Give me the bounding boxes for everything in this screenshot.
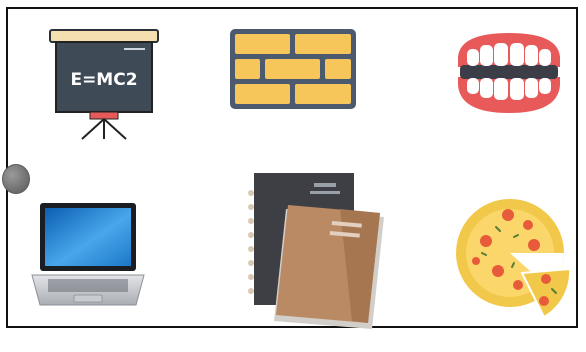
chalkboard-formula: E=MC2	[70, 70, 137, 90]
pizza-card[interactable]	[452, 197, 576, 327]
chalkboard-card[interactable]: E=MC2	[44, 27, 164, 147]
pizza-icon	[456, 199, 572, 319]
teeth-card[interactable]	[450, 27, 568, 117]
laptop-icon	[31, 203, 145, 306]
chalkboard-icon: E=MC2	[49, 29, 159, 140]
brick-wall-icon	[230, 29, 356, 109]
teeth-icon	[458, 33, 560, 113]
notebooks-card[interactable]	[240, 169, 392, 335]
laptop-card[interactable]	[28, 199, 148, 314]
card-board: E=MC2	[2, 7, 578, 329]
brick-wall-card[interactable]	[228, 27, 358, 117]
notebooks-icon	[248, 173, 384, 329]
drag-handle[interactable]	[2, 164, 30, 194]
